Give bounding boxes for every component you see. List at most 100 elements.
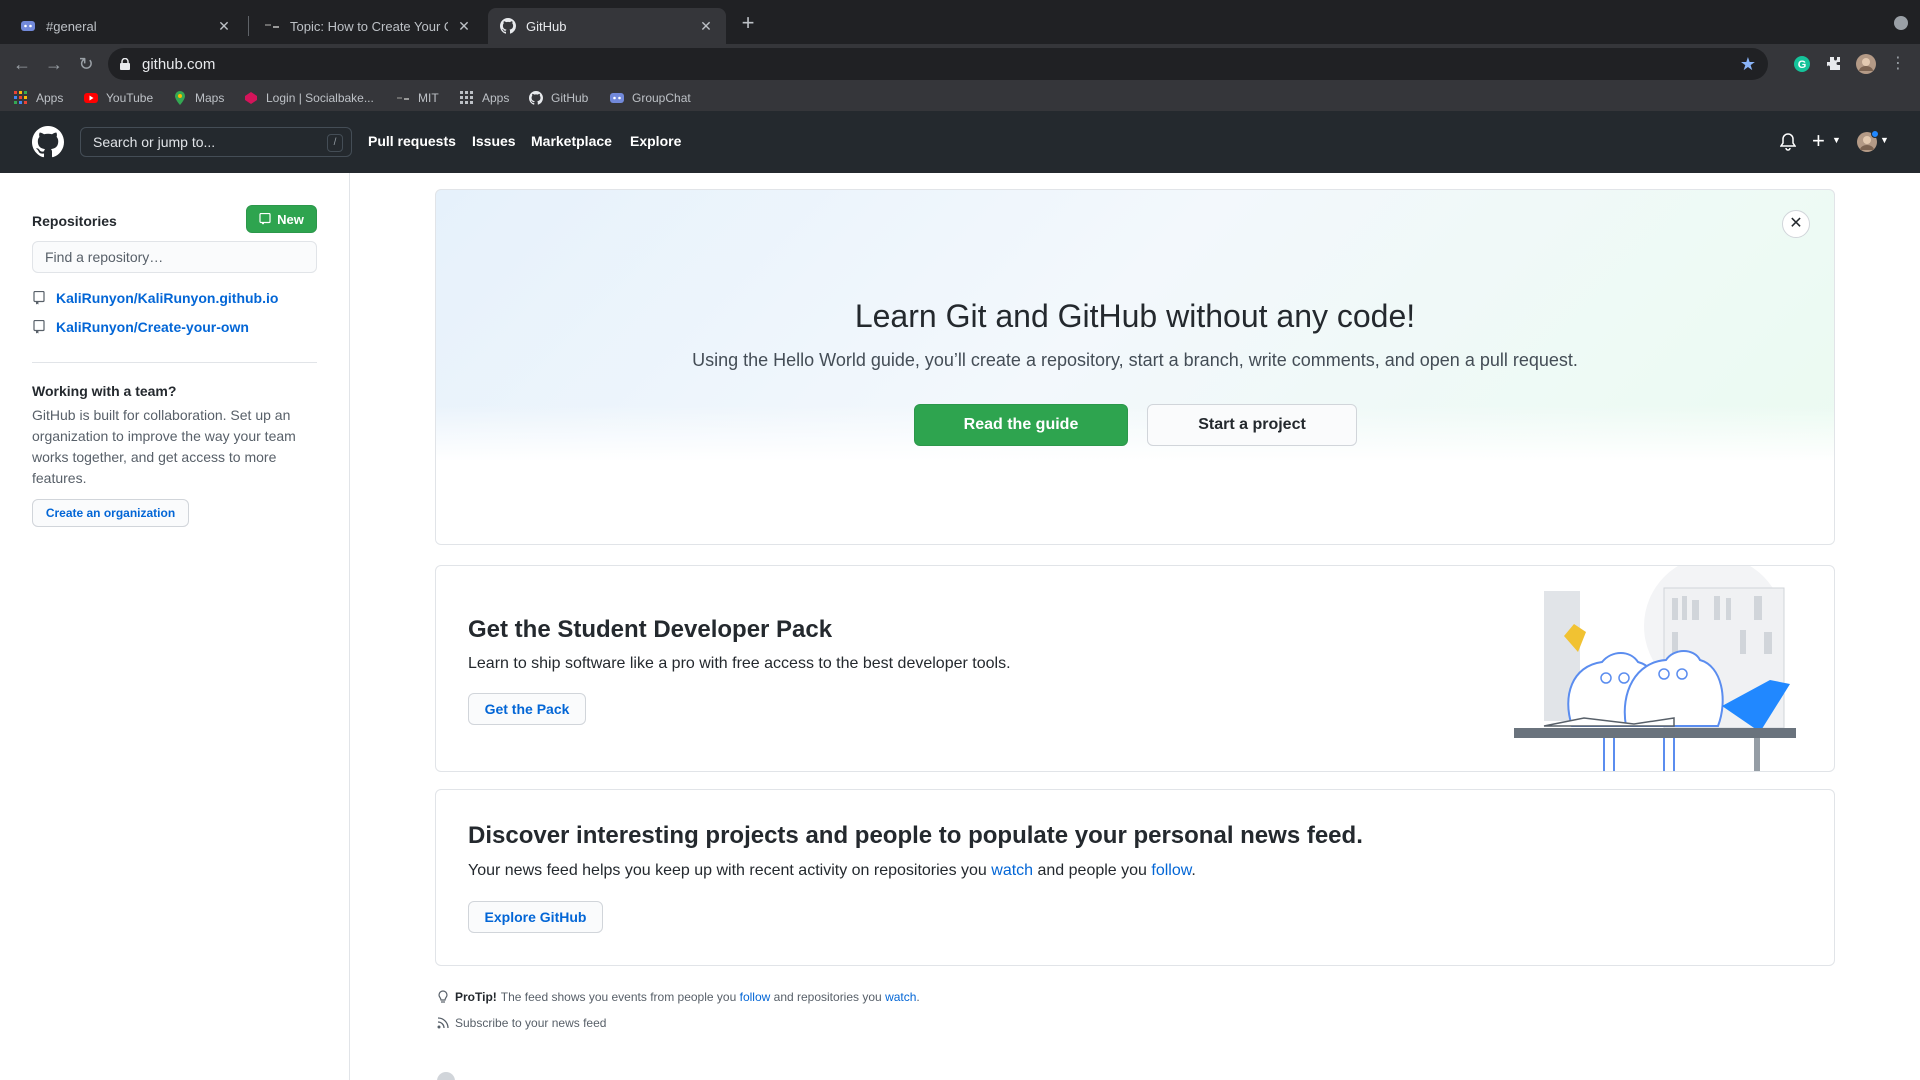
maps-pin-icon — [175, 91, 185, 105]
subscribe-feed-link[interactable]: Subscribe to your news feed — [437, 1016, 606, 1030]
svg-text:G: G — [1798, 59, 1807, 71]
bookmark-maps[interactable]: Maps — [173, 88, 224, 108]
new-repository-button[interactable]: New — [246, 205, 317, 233]
sidebar-divider — [32, 362, 317, 363]
search-shortcut-hint: / — [327, 134, 343, 152]
discover-text: Your news feed helps you keep up with re… — [468, 862, 992, 879]
new-button-label: New — [277, 211, 304, 227]
bookmark-apps[interactable]: Apps — [14, 88, 63, 108]
apps-grid-icon — [14, 91, 27, 104]
user-avatar[interactable] — [1856, 131, 1878, 153]
nav-marketplace[interactable]: Marketplace — [531, 133, 612, 149]
student-pack-card: Get the Student Developer Pack Learn to … — [435, 565, 1835, 772]
close-tab-icon[interactable]: ✕ — [698, 18, 714, 35]
create-organization-button[interactable]: Create an organization — [32, 499, 189, 527]
close-tab-icon[interactable]: ✕ — [216, 18, 232, 35]
nav-explore[interactable]: Explore — [630, 133, 681, 149]
close-tab-icon[interactable]: ✕ — [456, 18, 472, 35]
subscribe-label: Subscribe to your news feed — [455, 1016, 607, 1030]
repo-name: KaliRunyon/KaliRunyon.github.io — [56, 290, 279, 306]
bookmark-label: GitHub — [551, 91, 589, 105]
repo-link[interactable]: KaliRunyon/Create-your-own — [32, 319, 249, 335]
notifications-bell-icon[interactable] — [1780, 133, 1796, 151]
repositories-heading: Repositories — [32, 213, 117, 229]
tab-title: GitHub — [526, 18, 567, 34]
github-icon — [529, 91, 543, 105]
grammarly-icon[interactable]: G — [1792, 54, 1812, 74]
chevron-down-icon: ▼ — [1880, 135, 1889, 145]
watch-link[interactable]: watch — [991, 862, 1033, 879]
dashboard-sidebar: Repositories New KaliRunyon/KaliRunyon.g… — [0, 173, 350, 1080]
browser-menu-icon[interactable]: ⋮ — [1886, 52, 1910, 76]
follow-link[interactable]: follow — [1151, 862, 1191, 879]
bookmark-label: Apps — [482, 91, 510, 105]
bookmark-socialbakers[interactable]: Login | Socialbake... — [244, 88, 374, 108]
mit-icon — [397, 97, 409, 100]
browser-tabstrip: #general ✕ Topic: How to Create Your Own… — [0, 0, 1920, 44]
browser-tab-general[interactable]: #general ✕ — [8, 8, 244, 44]
read-guide-button[interactable]: Read the guide — [914, 404, 1128, 446]
github-icon — [500, 18, 516, 34]
find-repository-input[interactable] — [33, 242, 316, 272]
learn-git-banner: ✕ Learn Git and GitHub without any code!… — [435, 189, 1835, 545]
discover-text: . — [1191, 862, 1196, 879]
student-pack-subtitle: Learn to ship software like a pro with f… — [468, 655, 1011, 672]
address-bar[interactable]: github.com ★ — [108, 48, 1768, 80]
profile-avatar[interactable] — [1856, 54, 1876, 74]
student-pack-illustration — [1514, 566, 1796, 771]
discover-subtitle: Your news feed helps you keep up with re… — [468, 862, 1196, 880]
bookmark-label: Login | Socialbake... — [266, 91, 374, 105]
search-box[interactable]: / — [80, 127, 352, 157]
bookmark-apps-2[interactable]: Apps — [460, 88, 509, 108]
new-tab-button[interactable]: + — [736, 12, 760, 36]
team-heading: Working with a team? — [32, 383, 177, 399]
tab-divider — [248, 16, 249, 36]
youtube-icon — [84, 93, 98, 103]
banner-title: Learn Git and GitHub without any code! — [854, 298, 1416, 334]
browser-tab-topic[interactable]: Topic: How to Create Your Own ✕ — [252, 8, 484, 44]
start-project-button[interactable]: Start a project — [1147, 404, 1357, 446]
follow-link[interactable]: follow — [740, 990, 771, 1004]
bookmark-youtube[interactable]: YouTube — [84, 88, 153, 108]
reload-icon[interactable]: ↻ — [74, 52, 98, 76]
discover-text: and people you — [1033, 862, 1152, 879]
forward-icon[interactable]: → — [42, 52, 66, 76]
tab-search-icon[interactable] — [1894, 16, 1908, 30]
nav-pull-requests[interactable]: Pull requests — [368, 133, 456, 149]
github-header: / Pull requests Issues Marketplace Explo… — [0, 111, 1920, 173]
explore-github-button[interactable]: Explore GitHub — [468, 901, 603, 933]
lock-icon — [120, 58, 130, 70]
search-input[interactable] — [93, 134, 313, 150]
bookmark-label: YouTube — [106, 91, 154, 105]
bookmark-label: GroupChat — [632, 91, 691, 105]
nav-issues[interactable]: Issues — [472, 133, 516, 149]
repo-link[interactable]: KaliRunyon/KaliRunyon.github.io — [32, 290, 278, 306]
protip: ProTip! The feed shows you events from p… — [437, 990, 920, 1004]
rss-icon — [437, 1017, 449, 1029]
bookmark-github[interactable]: GitHub — [529, 88, 588, 108]
discord-icon — [20, 18, 36, 34]
bookmark-mit[interactable]: MIT — [396, 88, 439, 108]
discord-icon — [610, 93, 624, 103]
socialbakers-icon — [245, 92, 257, 104]
back-icon[interactable]: ← — [10, 52, 34, 76]
browser-toolbar: ← → ↻ github.com ★ G ⋮ — [0, 44, 1920, 84]
browser-tab-github[interactable]: GitHub ✕ — [488, 8, 726, 44]
protip-text: and repositories you — [773, 990, 882, 1004]
protip-label: ProTip! — [455, 990, 497, 1004]
bookmark-label: Apps — [36, 91, 64, 105]
extensions-puzzle-icon[interactable] — [1824, 54, 1844, 74]
watch-link[interactable]: watch — [885, 990, 916, 1004]
close-banner-button[interactable]: ✕ — [1782, 210, 1810, 238]
protip-text: The feed shows you events from people yo… — [500, 990, 737, 1004]
find-repository-box[interactable] — [32, 241, 317, 273]
create-new-plus-icon[interactable]: + — [1812, 128, 1825, 154]
apps-grid-icon — [460, 91, 473, 104]
github-logo-icon[interactable] — [32, 126, 64, 158]
get-pack-button[interactable]: Get the Pack — [468, 693, 586, 725]
bookmark-label: Maps — [195, 91, 225, 105]
repo-icon — [33, 320, 45, 334]
bookmark-groupchat[interactable]: GroupChat — [610, 88, 691, 108]
student-pack-title: Get the Student Developer Pack — [468, 616, 833, 643]
bookmark-star-icon[interactable]: ★ — [1740, 54, 1756, 75]
